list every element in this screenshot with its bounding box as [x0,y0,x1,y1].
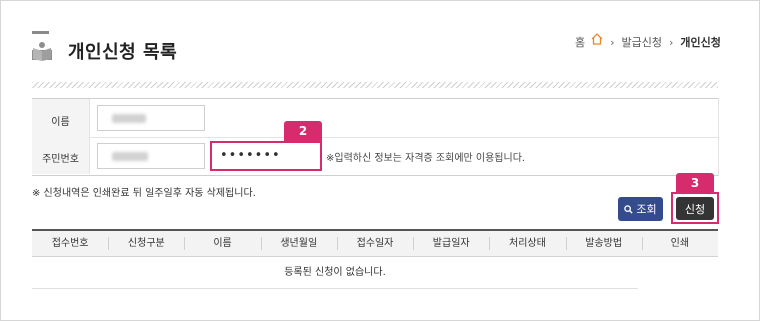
step-2-badge: 2 [284,121,322,141]
search-button-label: 조회 [636,203,657,216]
home-icon[interactable] [591,33,603,45]
page-title: 개인신청 목록 [68,42,178,63]
privacy-hint: ※입력하신 정보는 자격증 조회에만 이용됩니다. [326,153,526,164]
title-divider [32,82,718,88]
name-input[interactable] [97,105,205,131]
id-number-back-input[interactable]: ••••••• [210,141,322,171]
name-label: 이름 [51,117,70,128]
empty-table-message: 등록된 신청이 없습니다. [32,258,638,289]
apply-button[interactable]: 신청 [676,197,714,220]
breadcrumb-item-current: 개인신청 [680,36,721,49]
book-icon [32,42,52,61]
column-header-application-type: 신청구분 [108,231,184,256]
auto-delete-notice: ※ 신청내역은 인쇄완료 뒤 일주일후 자동 삭제됩니다. [32,188,256,199]
breadcrumb-separator-icon: › [610,35,615,49]
blurred-id-value [112,152,148,161]
title-accent-bar [32,31,49,34]
column-header-print: 인쇄 [641,231,718,256]
id-number-label: 주민번호 [42,154,79,165]
search-icon [624,204,633,214]
breadcrumb-separator-icon: › [669,35,674,49]
table-header: 접수번호 신청구분 이름 생년월일 접수일자 발급일자 처리상태 발송방법 인쇄 [32,229,718,257]
column-header-name: 이름 [184,231,260,256]
step-3-badge: 3 [676,173,714,193]
form-row-divider [32,137,718,138]
column-header-delivery-method: 발송방법 [565,231,642,256]
breadcrumb-home[interactable]: 홈 [575,34,585,50]
id-number-front-input[interactable] [97,143,205,169]
apply-button-label: 신청 [684,202,706,216]
search-button[interactable]: 조회 [618,197,663,221]
column-header-receipt-date: 접수일자 [336,231,413,256]
column-header-receipt-no: 접수번호 [51,238,89,249]
column-header-birthdate: 생년월일 [260,231,337,256]
breadcrumb-item-issuance[interactable]: 발급신청 [622,34,662,50]
column-header-issue-date: 발급일자 [413,231,489,256]
column-header-status: 처리상태 [489,231,565,256]
blurred-name-value [112,114,146,123]
breadcrumb: 홈 › 발급신청 › 개인신청 [575,33,721,50]
